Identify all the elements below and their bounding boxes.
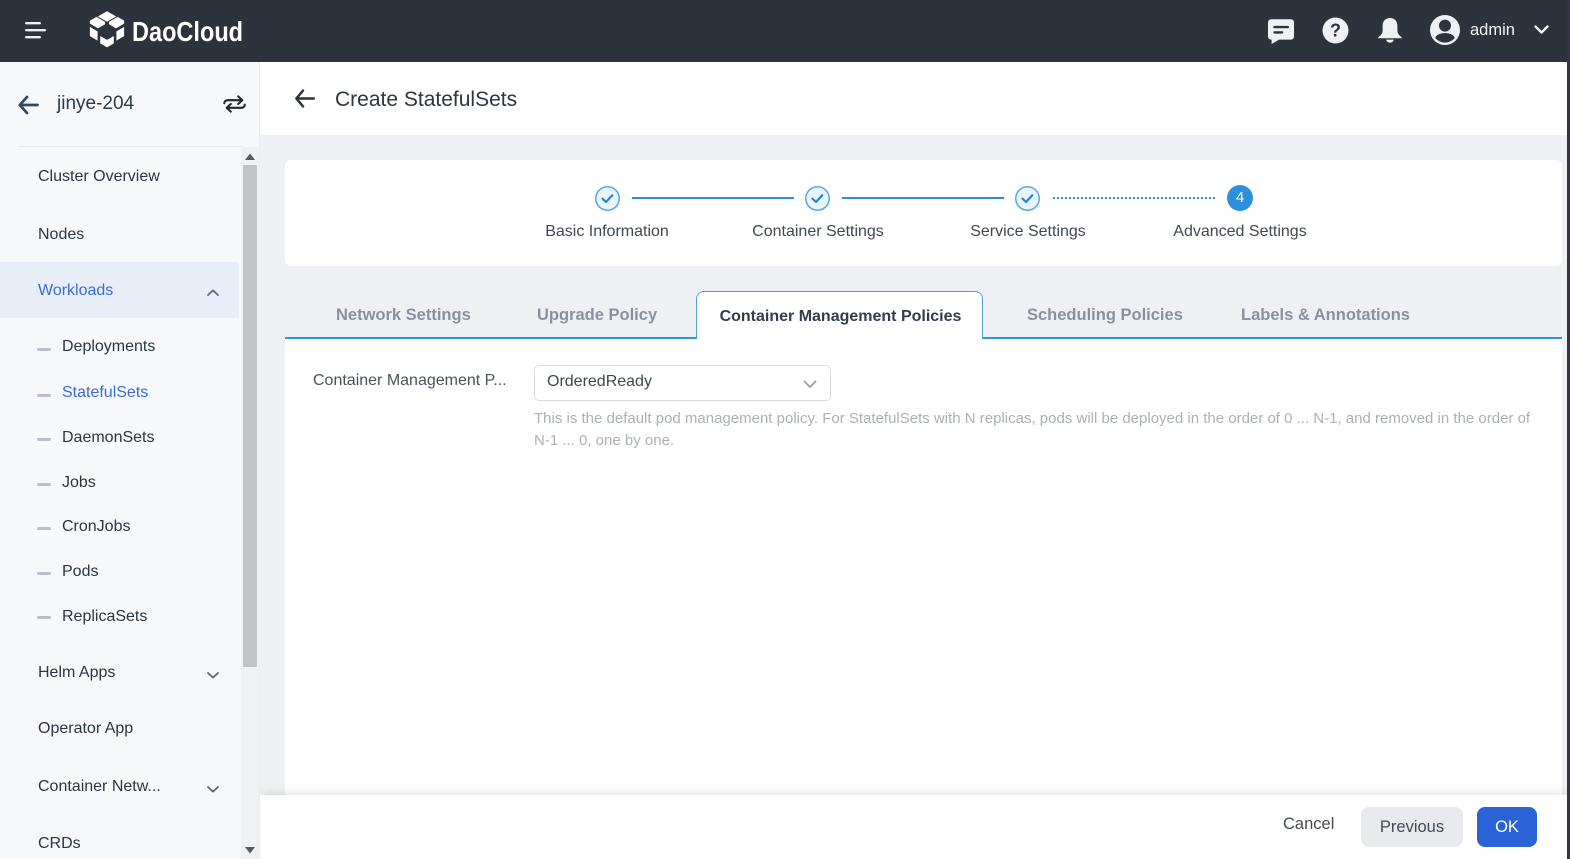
svg-text:?: ? bbox=[1330, 21, 1341, 41]
